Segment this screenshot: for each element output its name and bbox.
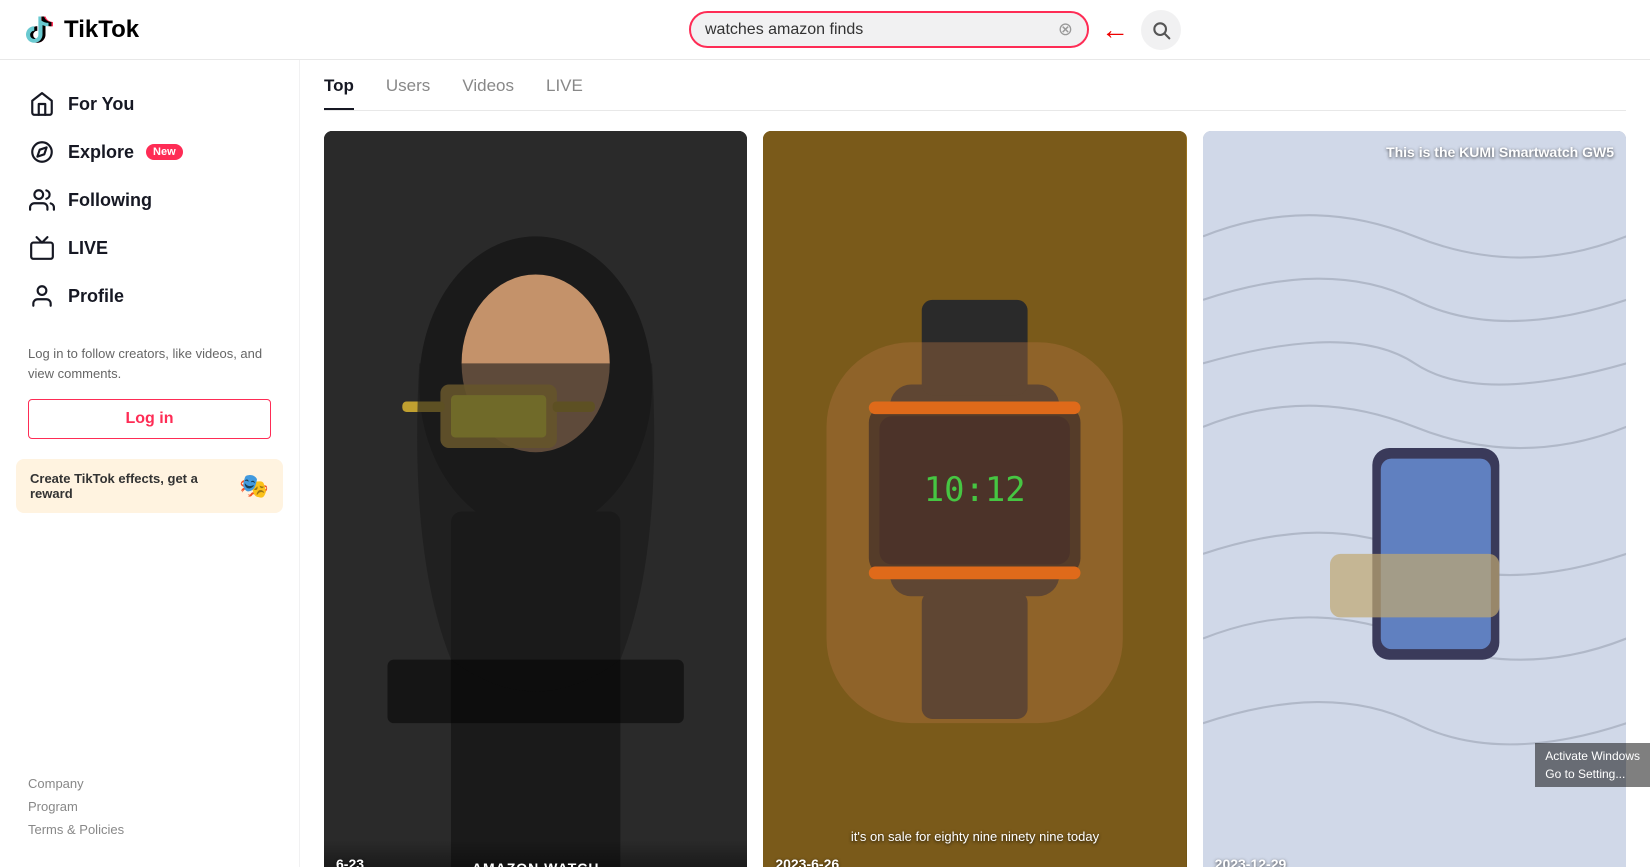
video-card-2[interactable]: 10:12 it's on sale for eighty nine ninet… xyxy=(763,131,1186,867)
compass-icon xyxy=(28,138,56,166)
login-note: Log in to follow creators, like videos, … xyxy=(28,344,271,383)
sidebar: For You Explore New xyxy=(0,60,300,867)
sidebar-item-label-live: LIVE xyxy=(68,238,108,259)
sidebar-item-label-profile: Profile xyxy=(68,286,124,307)
effects-text: Create TikTok effects, get a reward xyxy=(30,471,229,501)
thumb-bg-2: 10:12 it's on sale for eighty nine ninet… xyxy=(763,131,1186,867)
video-date-1: 6-23 xyxy=(336,856,364,867)
footer-link-company[interactable]: Company xyxy=(28,776,271,791)
sidebar-item-profile[interactable]: Profile xyxy=(16,272,283,320)
search-button[interactable] xyxy=(1141,10,1181,50)
effects-banner[interactable]: Create TikTok effects, get a reward 🎭 xyxy=(16,459,283,513)
home-icon xyxy=(28,90,56,118)
sidebar-item-following[interactable]: Following xyxy=(16,176,283,224)
effects-emoji-icon: 🎭 xyxy=(239,472,269,501)
video-top-label-3: This is the KUMI Smartwatch GW5 xyxy=(1386,143,1614,163)
login-button[interactable]: Log in xyxy=(28,399,271,439)
video-date-2: 2023-6-26 xyxy=(775,856,839,867)
tab-users[interactable]: Users xyxy=(386,76,430,110)
person-icon xyxy=(28,282,56,310)
search-input-container[interactable]: ⊗ xyxy=(689,11,1089,48)
sidebar-nav: For You Explore New xyxy=(16,80,283,320)
video-grid: AMAZON WATCH 6-23 i linked it for yallll… xyxy=(324,131,1626,867)
explore-new-badge: New xyxy=(146,144,183,160)
main-layout: For You Explore New xyxy=(0,60,1650,867)
footer-links: Company Program Terms & Policies xyxy=(16,756,283,847)
video-thumb-2: 10:12 it's on sale for eighty nine ninet… xyxy=(763,131,1186,867)
clear-icon[interactable]: ⊗ xyxy=(1058,19,1073,40)
tab-live[interactable]: LIVE xyxy=(546,76,583,110)
activate-watermark: Activate WindowsGo to Setting... xyxy=(1535,743,1650,787)
sidebar-item-for-you[interactable]: For You xyxy=(16,80,283,128)
login-section: Log in to follow creators, like videos, … xyxy=(16,344,283,439)
video-thumb-label-1: AMAZON WATCH xyxy=(324,840,747,867)
logo-text: TikTok xyxy=(64,16,139,44)
content-area: Top Users Videos LIVE xyxy=(300,60,1650,867)
video-date-3: 2023-12-29 xyxy=(1215,856,1287,867)
header: TikTok ⊗ ← xyxy=(0,0,1650,60)
footer-link-program[interactable]: Program xyxy=(28,799,271,814)
sidebar-item-explore[interactable]: Explore New xyxy=(16,128,283,176)
search-input[interactable] xyxy=(705,21,1050,39)
sidebar-item-label-explore: Explore xyxy=(68,142,134,163)
video-thumb-1: AMAZON WATCH 6-23 xyxy=(324,131,747,867)
logo-area: TikTok xyxy=(20,12,220,48)
thumb-bg-1: AMAZON WATCH 6-23 xyxy=(324,131,747,867)
search-tabs: Top Users Videos LIVE xyxy=(324,60,1626,111)
search-area: ⊗ ← xyxy=(240,10,1630,50)
sidebar-item-label-for-you: For You xyxy=(68,94,134,115)
footer-link-terms[interactable]: Terms & Policies xyxy=(28,822,271,837)
search-arrow-indicator: ← xyxy=(1101,14,1129,46)
video-card-1[interactable]: AMAZON WATCH 6-23 i linked it for yallll… xyxy=(324,131,747,867)
tab-top[interactable]: Top xyxy=(324,76,354,110)
video-overlay-text-2: it's on sale for eighty nine ninety nine… xyxy=(773,829,1176,844)
tiktok-logo-icon xyxy=(20,12,56,48)
sidebar-item-live[interactable]: LIVE xyxy=(16,224,283,272)
live-icon xyxy=(28,234,56,262)
sidebar-item-label-following: Following xyxy=(68,190,152,211)
people-icon xyxy=(28,186,56,214)
tab-videos[interactable]: Videos xyxy=(462,76,514,110)
search-icon xyxy=(1151,20,1171,40)
